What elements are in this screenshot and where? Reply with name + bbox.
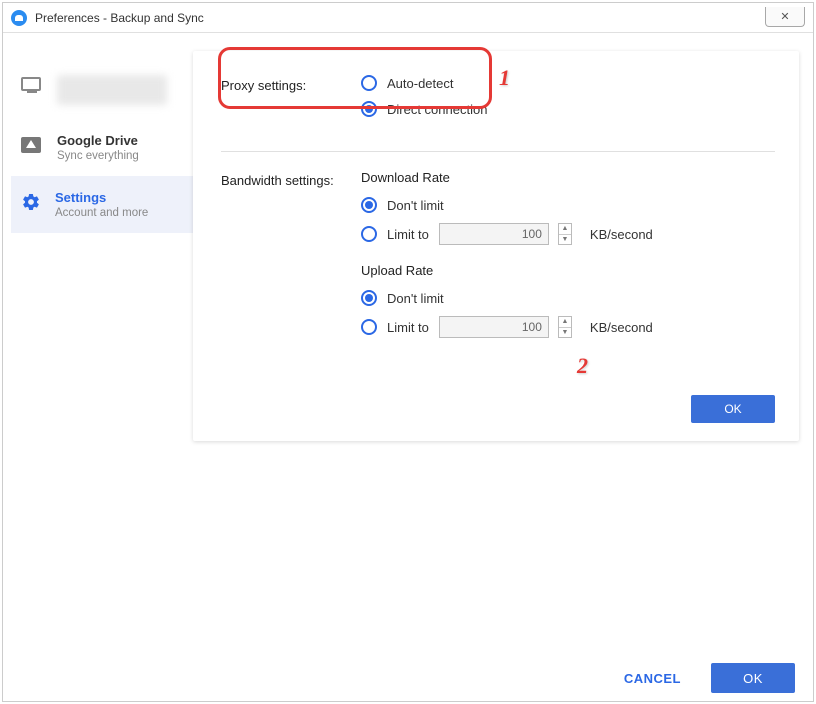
preferences-window: Preferences - Backup and Sync ✕ Google D… bbox=[2, 2, 814, 702]
panel-ok-button[interactable]: OK bbox=[691, 395, 775, 423]
proxy-label: Proxy settings: bbox=[221, 75, 361, 127]
titlebar: Preferences - Backup and Sync ✕ bbox=[3, 3, 813, 33]
radio-label: Limit to bbox=[387, 320, 429, 335]
sidebar-item-computer[interactable] bbox=[11, 61, 193, 119]
upload-limit-input[interactable] bbox=[439, 316, 549, 338]
chevron-down-icon: ▼ bbox=[559, 235, 571, 245]
radio-upload-dont-limit[interactable] bbox=[361, 290, 377, 306]
upload-spinner[interactable]: ▲▼ bbox=[558, 316, 572, 338]
nav-sub: Account and more bbox=[55, 207, 148, 219]
close-button[interactable]: ✕ bbox=[765, 7, 805, 27]
annotation-2: 2 bbox=[577, 353, 588, 379]
cancel-button[interactable]: CANCEL bbox=[610, 663, 695, 694]
download-limit-input[interactable] bbox=[439, 223, 549, 245]
nav-title: Google Drive bbox=[57, 133, 139, 148]
nav-sub: Sync everything bbox=[57, 150, 139, 162]
radio-label-direct: Direct connection bbox=[387, 102, 487, 117]
download-spinner[interactable]: ▲▼ bbox=[558, 223, 572, 245]
download-header: Download Rate bbox=[361, 170, 775, 185]
divider bbox=[221, 151, 775, 152]
radio-label: Limit to bbox=[387, 227, 429, 242]
nav-title: Settings bbox=[55, 190, 148, 205]
upload-header: Upload Rate bbox=[361, 263, 775, 278]
radio-label: Don't limit bbox=[387, 198, 444, 213]
redacted-label bbox=[57, 75, 167, 105]
bandwidth-label: Bandwidth settings: bbox=[221, 170, 361, 346]
footer: CANCEL OK bbox=[3, 655, 813, 701]
radio-upload-limit-to[interactable] bbox=[361, 319, 377, 335]
radio-label: Don't limit bbox=[387, 291, 444, 306]
content-area: Google Drive Sync everything Settings Ac… bbox=[3, 33, 813, 657]
radio-label-auto: Auto-detect bbox=[387, 76, 454, 91]
sidebar: Google Drive Sync everything Settings Ac… bbox=[11, 51, 193, 657]
chevron-down-icon: ▼ bbox=[559, 328, 571, 338]
chevron-up-icon: ▲ bbox=[559, 224, 571, 235]
annotation-1: 1 bbox=[499, 65, 510, 91]
sidebar-item-settings[interactable]: Settings Account and more bbox=[11, 176, 193, 233]
chevron-up-icon: ▲ bbox=[559, 317, 571, 328]
radio-download-dont-limit[interactable] bbox=[361, 197, 377, 213]
app-icon bbox=[11, 10, 27, 26]
radio-direct-connection[interactable] bbox=[361, 101, 377, 117]
proxy-row: Proxy settings: Auto-detect Direct conne… bbox=[221, 75, 775, 127]
window-title: Preferences - Backup and Sync bbox=[35, 11, 204, 25]
sidebar-item-google-drive[interactable]: Google Drive Sync everything bbox=[11, 119, 193, 176]
unit-label: KB/second bbox=[590, 227, 653, 242]
drive-icon bbox=[21, 135, 43, 153]
unit-label: KB/second bbox=[590, 320, 653, 335]
settings-panel: Proxy settings: Auto-detect Direct conne… bbox=[193, 51, 799, 441]
bandwidth-row: Bandwidth settings: Download Rate Don't … bbox=[221, 170, 775, 346]
radio-auto-detect[interactable] bbox=[361, 75, 377, 91]
gear-icon bbox=[21, 192, 41, 212]
monitor-icon bbox=[21, 77, 43, 95]
ok-button[interactable]: OK bbox=[711, 663, 795, 693]
radio-download-limit-to[interactable] bbox=[361, 226, 377, 242]
